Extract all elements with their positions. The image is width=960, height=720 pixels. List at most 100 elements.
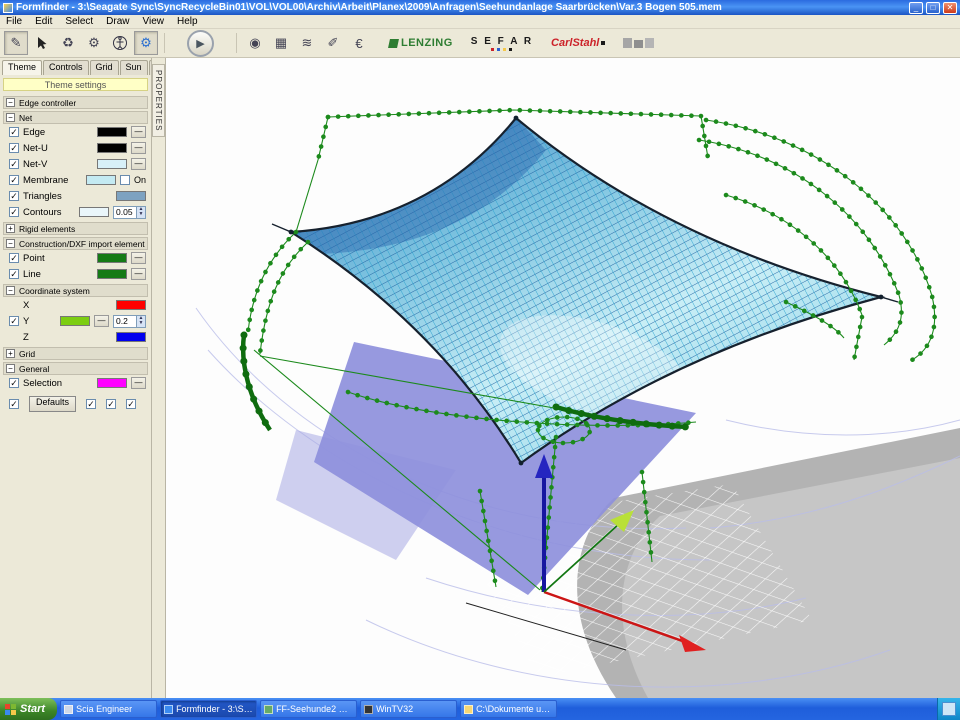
edge-color-swatch[interactable] <box>97 127 127 137</box>
x-axis-color-swatch[interactable] <box>116 300 146 310</box>
selection-visibility-checkbox[interactable]: ✓ <box>9 378 19 388</box>
properties-strip: PROPERTIES <box>152 58 166 698</box>
cost-calculation-button[interactable]: € <box>347 31 371 55</box>
triangles-color-swatch[interactable] <box>116 191 146 201</box>
minimize-button[interactable]: _ <box>909 2 923 14</box>
membrane-tools-button[interactable]: ≋ <box>295 31 319 55</box>
net-u-linestyle-button[interactable]: — <box>131 142 146 154</box>
line-visibility-checkbox[interactable]: ✓ <box>9 269 19 279</box>
menu-view[interactable]: View <box>143 16 165 27</box>
tab-sun[interactable]: Sun <box>120 60 148 75</box>
close-button[interactable]: ✕ <box>943 2 957 14</box>
row-label: Z <box>23 332 112 343</box>
taskbar-button-screenshot[interactable]: FF-Seehunde2 Screensh... <box>260 700 357 718</box>
net-u-visibility-checkbox[interactable]: ✓ <box>9 143 19 153</box>
section-rigid-elements[interactable]: + Rigid elements <box>3 222 148 235</box>
point-linestyle-button[interactable]: — <box>131 252 146 264</box>
start-button[interactable]: Start <box>0 698 57 720</box>
edge-linestyle-button[interactable]: — <box>131 126 146 138</box>
annotation-button[interactable]: ✐ <box>321 31 345 55</box>
net-v-linestyle-button[interactable]: — <box>131 158 146 170</box>
section-construction[interactable]: − Construction/DXF import elements <box>3 237 148 250</box>
option-checkbox-3[interactable]: ✓ <box>106 399 116 409</box>
contours-color-swatch[interactable] <box>79 207 109 217</box>
row-label: Membrane <box>23 175 82 186</box>
line-color-swatch[interactable] <box>97 269 127 279</box>
membrane-on-checkbox[interactable] <box>120 175 130 185</box>
start-formfinding-button[interactable]: ▶ <box>187 30 214 57</box>
menu-edit[interactable]: Edit <box>35 16 52 27</box>
menu-help[interactable]: Help <box>177 16 198 27</box>
tray-icon[interactable] <box>942 702 956 716</box>
option-checkbox-1[interactable]: ✓ <box>9 399 19 409</box>
net-v-color-swatch[interactable] <box>97 159 127 169</box>
spinner-arrows[interactable]: ▲▼ <box>136 316 145 327</box>
rotate-view-button[interactable]: ♻ <box>56 31 80 55</box>
section-edge-controller[interactable]: − Edge controller <box>3 96 148 109</box>
settings-button[interactable]: ⚙ <box>134 31 158 55</box>
collapse-toggle[interactable]: − <box>6 98 15 107</box>
collapse-toggle[interactable]: − <box>6 286 15 295</box>
row-label: X <box>23 300 112 311</box>
panel-layout-button[interactable]: ▦ <box>269 31 293 55</box>
contours-visibility-checkbox[interactable]: ✓ <box>9 207 19 217</box>
defaults-button[interactable]: Defaults <box>29 396 76 412</box>
viewport-3d[interactable] <box>166 58 960 698</box>
y-axis-checkbox[interactable]: ✓ <box>9 316 19 326</box>
line-linestyle-button[interactable]: — <box>131 268 146 280</box>
expand-toggle[interactable]: + <box>6 224 15 233</box>
render-view-button[interactable]: ◉ <box>243 31 267 55</box>
taskbar-button-formfinder[interactable]: Formfinder - 3:\Seaga... <box>160 700 257 718</box>
net-v-visibility-checkbox[interactable]: ✓ <box>9 159 19 169</box>
properties-tab[interactable]: PROPERTIES <box>152 64 165 137</box>
coord-row-y: ✓ Y — 0.2 ▲▼ <box>2 313 149 329</box>
panel-bottom-controls: ✓ Defaults ✓ ✓ ✓ <box>2 391 149 417</box>
tab-controls[interactable]: Controls <box>43 60 89 75</box>
triangles-visibility-checkbox[interactable]: ✓ <box>9 191 19 201</box>
viewport-canvas[interactable] <box>166 58 960 698</box>
tab-theme[interactable]: Theme <box>2 60 42 75</box>
membrane-visibility-checkbox[interactable]: ✓ <box>9 175 19 185</box>
taskbar-button-scia[interactable]: Scia Engineer <box>60 700 157 718</box>
section-coordinate-system[interactable]: − Coordinate system <box>3 284 148 297</box>
tab-grid[interactable]: Grid <box>90 60 119 75</box>
scale-figure-button[interactable] <box>108 31 132 55</box>
maximize-button[interactable]: □ <box>926 2 940 14</box>
y-axis-color-swatch[interactable] <box>60 316 90 326</box>
cursor-icon <box>35 36 49 50</box>
spinner-arrows[interactable]: ▲▼ <box>136 207 145 218</box>
option-checkbox-2[interactable]: ✓ <box>86 399 96 409</box>
menu-draw[interactable]: Draw <box>106 16 129 27</box>
membrane-color-swatch[interactable] <box>86 175 116 185</box>
lenzing-mark-icon <box>388 39 399 48</box>
gear-icon: ⚙ <box>140 35 152 51</box>
selection-color-swatch[interactable] <box>97 378 127 388</box>
draw-tool-button[interactable]: ✎ <box>4 31 28 55</box>
edge-visibility-checkbox[interactable]: ✓ <box>9 127 19 137</box>
taskbar-button-wintv[interactable]: WinTV32 <box>360 700 457 718</box>
y-axis-linestyle-button[interactable]: — <box>94 315 109 327</box>
z-axis-color-swatch[interactable] <box>116 332 146 342</box>
y-axis-value-spinner[interactable]: 0.2 ▲▼ <box>113 315 146 328</box>
option-checkbox-4[interactable]: ✓ <box>126 399 136 409</box>
expand-toggle[interactable]: + <box>6 349 15 358</box>
taskbar-button-explorer[interactable]: C:\Dokumente und Einst... <box>460 700 557 718</box>
point-color-swatch[interactable] <box>97 253 127 263</box>
section-net[interactable]: − Net <box>3 111 148 124</box>
collapse-toggle[interactable]: − <box>6 113 15 122</box>
menu-select[interactable]: Select <box>65 16 93 27</box>
select-tool-button[interactable] <box>30 31 54 55</box>
net-u-color-swatch[interactable] <box>97 143 127 153</box>
collapse-toggle[interactable]: − <box>6 239 15 248</box>
collapse-toggle[interactable]: − <box>6 364 15 373</box>
selection-linestyle-button[interactable]: — <box>131 377 146 389</box>
menu-file[interactable]: File <box>6 16 22 27</box>
section-general[interactable]: − General <box>3 362 148 375</box>
formfinding-button[interactable]: ⚙ <box>82 31 106 55</box>
pencil-icon: ✎ <box>11 35 22 51</box>
section-grid[interactable]: + Grid <box>3 347 148 360</box>
titlebar[interactable]: Formfinder - 3:\Seagate Sync\SyncRecycle… <box>0 0 960 15</box>
contours-value-spinner[interactable]: 0.05 ▲▼ <box>113 206 146 219</box>
point-visibility-checkbox[interactable]: ✓ <box>9 253 19 263</box>
coord-row-x: X <box>2 297 149 313</box>
